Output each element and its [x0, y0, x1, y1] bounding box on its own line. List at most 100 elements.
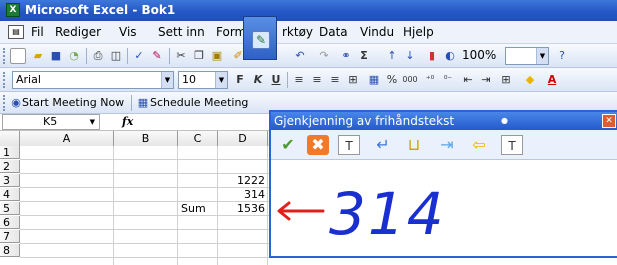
sort-descending-icon[interactable]: ↓: [402, 48, 418, 64]
document-icon[interactable]: ▤: [8, 25, 24, 39]
name-box[interactable]: K5 ▼: [2, 114, 100, 130]
chart-wizard-icon[interactable]: ▮: [424, 48, 440, 64]
spelling-icon[interactable]: ✓: [131, 48, 147, 64]
font-color-icon[interactable]: A: [544, 72, 560, 88]
drawing-icon[interactable]: ◐: [442, 48, 458, 64]
gridline: [177, 146, 178, 265]
cut-icon[interactable]: ✂: [173, 48, 189, 64]
schedule-meeting-button[interactable]: Schedule Meeting: [150, 94, 248, 111]
menu-sett-inn[interactable]: Sett inn: [158, 25, 205, 39]
row-header-4[interactable]: 4: [0, 188, 20, 201]
thousands-button[interactable]: 000: [400, 72, 420, 88]
red-arrow: [277, 201, 325, 221]
row-header-8[interactable]: 8: [0, 244, 20, 257]
column-header-c[interactable]: C: [178, 131, 218, 146]
excel-icon: X: [6, 3, 20, 17]
row-header-7[interactable]: 7: [0, 230, 20, 243]
underline-button[interactable]: U: [268, 72, 284, 88]
space-icon[interactable]: ⊔: [403, 135, 425, 155]
save-icon[interactable]: ■: [48, 48, 64, 64]
chevron-down-icon[interactable]: ▼: [90, 115, 95, 129]
zoom-dropdown[interactable]: ▼: [505, 47, 549, 65]
menu-bar: ▤ Fil Rediger Vis Sett inn Form rktøy Da…: [0, 21, 617, 44]
gridline: [217, 146, 218, 265]
toolbar-grip[interactable]: [3, 72, 6, 88]
menu-verktoy[interactable]: rktøy: [282, 25, 313, 39]
select-all-corner[interactable]: [0, 131, 20, 146]
handwriting-tool-icon[interactable]: ✎: [252, 31, 270, 49]
bold-button[interactable]: F: [232, 72, 248, 88]
handwriting-toolbar: ✔ ✖ T ↵ ⊔ ⇥ ⇦ T: [271, 130, 617, 160]
increase-decimal-icon[interactable]: ⁺⁰: [422, 72, 438, 88]
insert-text-icon[interactable]: T: [338, 135, 360, 155]
row-header-2[interactable]: 2: [0, 160, 20, 173]
percent-button[interactable]: %: [384, 72, 400, 88]
sort-ascending-icon[interactable]: ↑: [384, 48, 400, 64]
menu-rediger[interactable]: Rediger: [55, 25, 101, 39]
menu-data[interactable]: Data: [319, 25, 348, 39]
increase-indent-icon[interactable]: ⇥: [478, 72, 494, 88]
row-header-1[interactable]: 1: [0, 146, 20, 159]
print-icon[interactable]: ⎙: [90, 48, 106, 64]
menu-vis[interactable]: Vis: [119, 25, 137, 39]
ink-text: 314: [329, 180, 446, 248]
calendar-icon: ▦: [137, 96, 149, 109]
decrease-indent-icon[interactable]: ⇤: [460, 72, 476, 88]
currency-icon[interactable]: ▦: [366, 72, 382, 88]
decrease-decimal-icon[interactable]: ⁰⁻: [440, 72, 456, 88]
backspace-icon[interactable]: ⇦: [468, 135, 490, 155]
borders-icon[interactable]: ⊞: [498, 72, 514, 88]
open-icon[interactable]: ▰: [30, 48, 46, 64]
column-header-d[interactable]: D: [218, 131, 268, 146]
row-header-5[interactable]: 5: [0, 202, 20, 215]
font-size-dropdown[interactable]: 10 ▼: [178, 71, 228, 89]
chevron-down-icon[interactable]: ▼: [161, 72, 173, 88]
align-center-icon[interactable]: ≡: [309, 72, 325, 88]
start-meeting-button[interactable]: Start Meeting Now: [22, 94, 124, 111]
gridline: [267, 146, 268, 265]
help-icon[interactable]: ?: [554, 48, 570, 64]
merge-center-icon[interactable]: ⊞: [345, 72, 361, 88]
delete-icon[interactable]: ✖: [307, 135, 329, 155]
align-left-icon[interactable]: ≡: [291, 72, 307, 88]
toolbar-grip[interactable]: [3, 95, 6, 111]
copy-icon[interactable]: ❐: [191, 48, 207, 64]
handwriting-panel-title[interactable]: Gjenkjenning av frihåndstekst ●: [271, 112, 617, 130]
handwriting-canvas[interactable]: 314: [271, 160, 617, 256]
menu-vindu[interactable]: Vindu: [360, 25, 394, 39]
permission-icon[interactable]: ◔: [66, 48, 82, 64]
spelling-check-icon[interactable]: ✔: [277, 135, 299, 155]
tab-icon[interactable]: ⇥: [436, 135, 458, 155]
chevron-down-icon[interactable]: ▼: [536, 48, 548, 64]
cell-c5[interactable]: Sum: [181, 202, 217, 215]
menu-fil[interactable]: Fil: [31, 25, 44, 39]
autosum-icon[interactable]: Σ: [356, 48, 372, 64]
fill-color-icon[interactable]: ◆: [522, 72, 538, 88]
enter-icon[interactable]: ↵: [372, 135, 394, 155]
redo-icon[interactable]: ↷: [316, 48, 332, 64]
print-preview-icon[interactable]: ◫: [108, 48, 124, 64]
menu-format[interactable]: Form: [216, 25, 246, 39]
cell-d3[interactable]: 1222: [220, 174, 265, 187]
new-icon[interactable]: [10, 48, 26, 64]
column-header-a[interactable]: A: [20, 131, 114, 146]
column-header-b[interactable]: B: [114, 131, 178, 146]
close-icon[interactable]: ✕: [602, 114, 616, 128]
cell-d4[interactable]: 314: [220, 188, 265, 201]
write-anywhere-icon[interactable]: T: [501, 135, 523, 155]
align-right-icon[interactable]: ≡: [327, 72, 343, 88]
row-header-6[interactable]: 6: [0, 216, 20, 229]
cell-d5[interactable]: 1536: [220, 202, 265, 215]
fx-icon[interactable]: fx: [122, 115, 133, 128]
floating-toolbar-button[interactable]: ✎: [243, 16, 277, 60]
chevron-down-icon[interactable]: ▼: [215, 72, 227, 88]
italic-button[interactable]: K: [250, 72, 266, 88]
hyperlink-icon[interactable]: ⚭: [338, 48, 354, 64]
toolbar-grip[interactable]: [3, 48, 6, 64]
menu-hjelp[interactable]: Hjelp: [403, 25, 434, 39]
undo-icon[interactable]: ↶: [292, 48, 308, 64]
paste-icon[interactable]: ▣: [209, 48, 225, 64]
font-name-dropdown[interactable]: Arial ▼: [12, 71, 174, 89]
row-header-3[interactable]: 3: [0, 174, 20, 187]
research-icon[interactable]: ✎: [149, 48, 165, 64]
